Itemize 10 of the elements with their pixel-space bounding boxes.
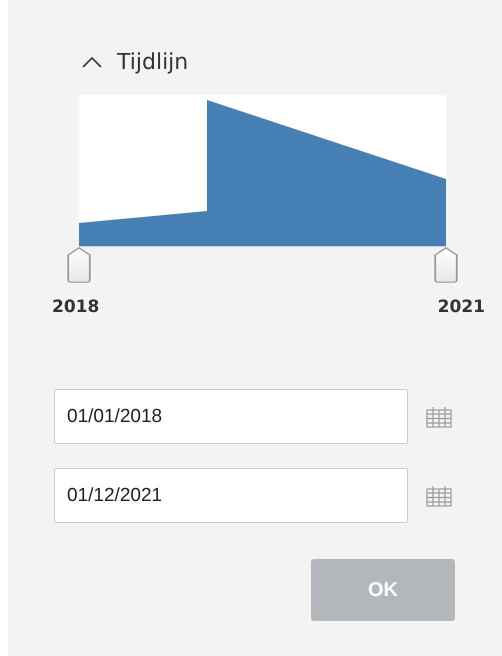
calendar-icon[interactable] bbox=[426, 484, 452, 506]
section-title[interactable]: Tijdlijn bbox=[117, 50, 188, 74]
year-label: 2018 bbox=[52, 297, 100, 317]
slider-handle[interactable] bbox=[434, 247, 458, 283]
year-label: 2021 bbox=[438, 297, 485, 317]
calendar-icon[interactable] bbox=[426, 406, 452, 428]
collapse-chevron-icon[interactable] bbox=[81, 55, 103, 69]
slider-handle[interactable] bbox=[67, 247, 91, 283]
date-field[interactable]: 01/12/2021 bbox=[54, 468, 408, 523]
date-field[interactable]: 01/01/2018 bbox=[54, 389, 408, 444]
